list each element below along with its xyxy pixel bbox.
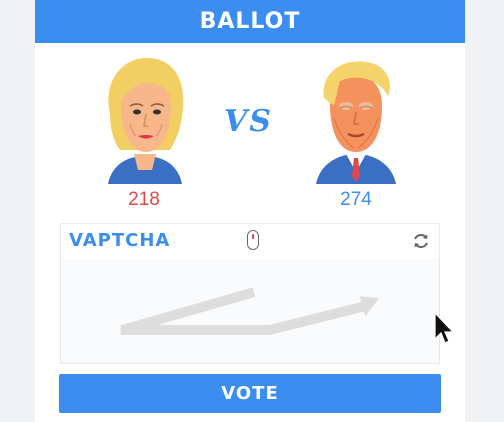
captcha-widget[interactable]: VAPTCHA: [60, 223, 440, 364]
vote-count-left: 218: [128, 189, 160, 210]
vote-button[interactable]: VOTE: [59, 374, 441, 413]
captcha-hint-arrow: [120, 287, 380, 335]
captcha-gesture-area[interactable]: [61, 258, 439, 363]
candidate-avatar-left: [108, 57, 184, 184]
mouse-cursor-icon: [434, 311, 455, 344]
captcha-logo: VAPTCHA: [69, 230, 171, 251]
versus-label: VS: [224, 104, 273, 139]
captcha-toolbar: VAPTCHA: [61, 224, 439, 258]
vote-count-right: 274: [340, 189, 372, 210]
refresh-icon[interactable]: [412, 232, 430, 250]
page-title: BALLOT: [35, 0, 465, 43]
candidate-avatar-right: [316, 61, 396, 184]
mouse-icon: [247, 230, 259, 250]
